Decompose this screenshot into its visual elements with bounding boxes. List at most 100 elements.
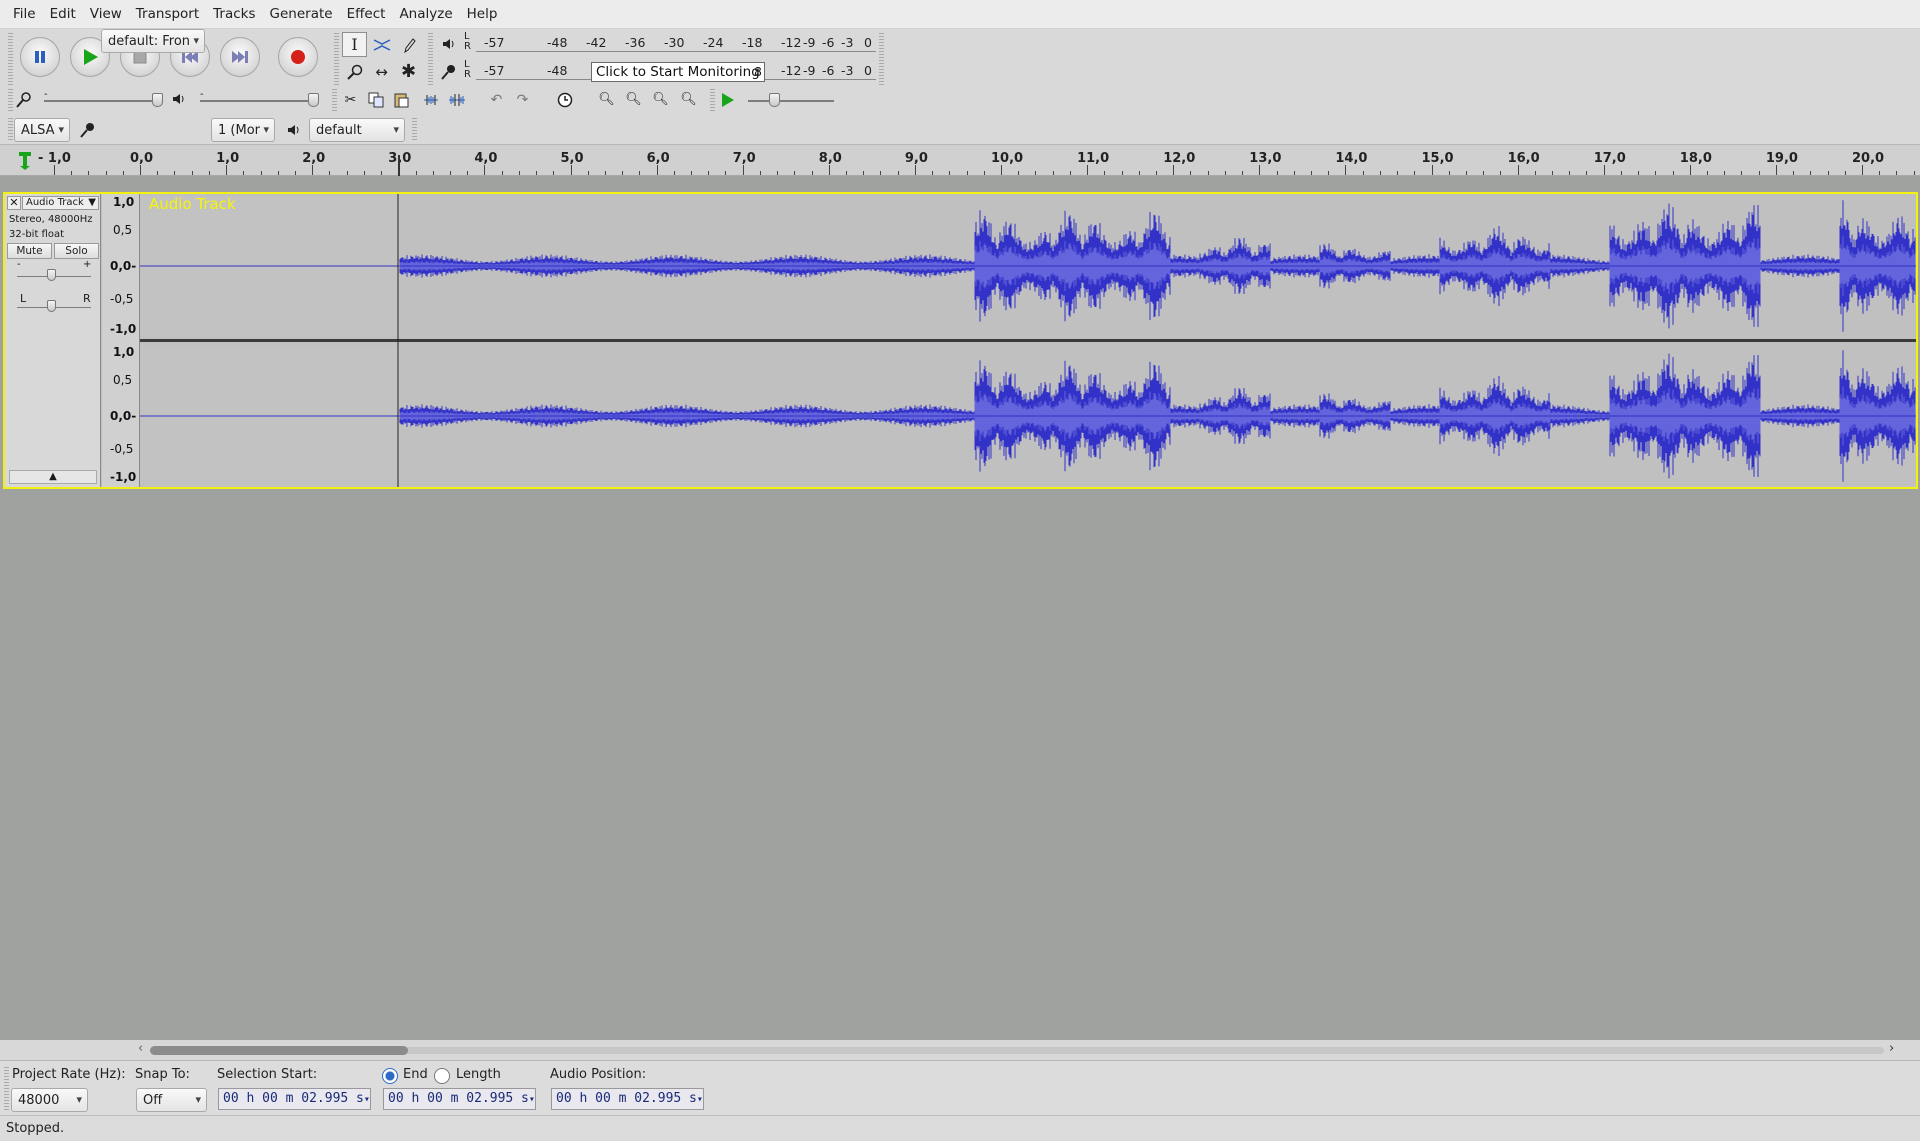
snap-to-select[interactable]: Off ▾ — [136, 1088, 207, 1112]
menu-tracks[interactable]: Tracks — [206, 0, 262, 29]
pan-left-label: L — [20, 292, 27, 305]
scroll-left-arrow-icon[interactable]: ‹ — [138, 1041, 143, 1056]
zoom-out-button[interactable]: 🔍︎ — [621, 87, 646, 112]
track-format-info: Stereo, 48000Hz — [9, 214, 93, 225]
track-panel[interactable]: ✕ Audio Track ▼ Stereo, 48000Hz 32-bit fl… — [0, 176, 1920, 1040]
pan-slider-thumb[interactable] — [47, 300, 56, 312]
fit-project-button[interactable]: 🔍︎ — [676, 87, 701, 112]
playback-speed-thumb[interactable] — [769, 93, 780, 107]
playback-device-select[interactable]: default ▾ — [309, 118, 405, 142]
record-meter-partial-tick: 8 — [754, 64, 762, 79]
play-at-speed-icon — [721, 92, 734, 107]
multi-tool[interactable]: ✱ — [396, 59, 421, 84]
horizontal-scrollbar[interactable]: ‹ › — [0, 1040, 1920, 1060]
record-volume-slider[interactable] — [44, 100, 162, 102]
ruler-tick — [1810, 171, 1812, 175]
ruler-tick — [725, 171, 727, 175]
recording-channels-select[interactable]: 1 (Mor ▾ — [211, 118, 275, 142]
ruler-tick — [639, 171, 641, 175]
ruler-tick — [1862, 165, 1863, 175]
ruler-tick — [622, 171, 624, 175]
scrollbar-track[interactable] — [150, 1047, 1884, 1054]
undo-button[interactable]: ↶ — [484, 87, 509, 112]
selection-toolbar-grip[interactable] — [4, 1067, 9, 1111]
meter-tick-label: -12 — [781, 35, 802, 50]
menu-transport[interactable]: Transport — [129, 0, 206, 29]
scrollbar-thumb[interactable] — [150, 1046, 408, 1055]
collapse-track-button[interactable]: ▲ — [9, 470, 97, 484]
pin-playhead-icon[interactable] — [16, 150, 34, 170]
project-rate-select[interactable]: 48000 ▾ — [11, 1088, 88, 1112]
envelope-tool[interactable] — [369, 32, 394, 57]
menu-analyze[interactable]: Analyze — [392, 0, 459, 29]
gain-slider-thumb[interactable] — [47, 269, 56, 281]
redo-button[interactable]: ↷ — [510, 87, 535, 112]
status-bar: Stopped. — [0, 1115, 1920, 1141]
playhead-marker[interactable] — [398, 155, 400, 176]
menu-edit[interactable]: Edit — [43, 0, 83, 29]
ruler-tick — [105, 171, 107, 175]
ruler-tick — [604, 171, 606, 175]
playback-meter[interactable]: -57 -48 -42 -36 -30 -24 -18 -12 -9 -6 -3 0 — [476, 33, 876, 55]
audio-track[interactable]: ✕ Audio Track ▼ Stereo, 48000Hz 32-bit fl… — [3, 192, 1918, 489]
draw-tool[interactable] — [396, 32, 421, 57]
menu-help[interactable]: Help — [460, 0, 505, 29]
edit-toolbar-grip[interactable] — [332, 89, 337, 113]
trim-audio-button[interactable] — [418, 87, 443, 112]
chevron-down-icon: ▼ — [88, 197, 96, 208]
end-radio-label: End — [403, 1067, 428, 1082]
axis-label-top-3: 0,0- — [110, 259, 137, 273]
zoom-tool[interactable] — [342, 59, 367, 84]
cut-button[interactable]: ✂ — [338, 87, 363, 112]
waveform-display[interactable] — [140, 194, 1916, 487]
meter-tick-label: 0 — [864, 35, 872, 50]
ruler-tick-label: 13,0 — [1249, 151, 1282, 166]
redo-icon: ↷ — [516, 91, 529, 108]
audio-host-select[interactable]: ALSA ▾ — [14, 118, 70, 142]
skip-to-end-button[interactable] — [220, 37, 260, 77]
tools-toolbar-grip[interactable] — [334, 33, 339, 85]
record-volume-thumb[interactable] — [152, 93, 163, 107]
paste-button[interactable] — [388, 87, 413, 112]
recording-device-select[interactable]: default: Fron ▾ — [101, 29, 205, 53]
ruler-tick — [1483, 171, 1485, 175]
menu-view[interactable]: View — [83, 0, 129, 29]
menu-file[interactable]: File — [6, 0, 43, 29]
mixer-toolbar-grip[interactable] — [8, 89, 13, 113]
meter-tick-label: -48 — [547, 35, 568, 50]
audio-position-time[interactable]: 00 h 00 m 02.995 s▾ — [551, 1088, 704, 1110]
pause-button[interactable] — [20, 37, 60, 77]
close-track-button[interactable]: ✕ — [7, 196, 21, 210]
length-radio[interactable] — [434, 1068, 450, 1084]
selection-tool[interactable]: I — [342, 32, 367, 57]
transport-toolbar-grip[interactable] — [8, 33, 13, 85]
silence-audio-button[interactable] — [444, 87, 469, 112]
play-at-speed-button[interactable] — [714, 87, 739, 112]
solo-button[interactable]: Solo — [54, 243, 99, 259]
selection-end-time[interactable]: 00 h 00 m 02.995 s▾ — [383, 1088, 536, 1110]
meter-toolbar-grip[interactable] — [428, 33, 433, 85]
selection-start-time[interactable]: 00 h 00 m 02.995 s▾ — [218, 1088, 371, 1110]
scissors-icon: ✂ — [344, 91, 357, 108]
device-toolbar-grip[interactable] — [8, 118, 13, 142]
menu-effect[interactable]: Effect — [340, 0, 393, 29]
mute-button[interactable]: Mute — [7, 243, 52, 259]
playback-speed-slider[interactable] — [748, 100, 834, 102]
end-radio[interactable] — [382, 1068, 398, 1084]
playback-volume-slider[interactable] — [200, 100, 318, 102]
ruler-tick — [277, 171, 279, 175]
ruler-tick — [1655, 171, 1657, 175]
ruler-tick — [863, 171, 865, 175]
timeline-ruler[interactable]: - 1,00,01,02,03,04,05,06,07,08,09,010,01… — [0, 145, 1920, 176]
playback-volume-thumb[interactable] — [308, 93, 319, 107]
record-button[interactable] — [278, 37, 318, 77]
fit-selection-button[interactable]: 🔍︎ — [648, 87, 673, 112]
menu-generate[interactable]: Generate — [263, 0, 340, 29]
zoom-in-button[interactable]: 🔍︎ — [594, 87, 619, 112]
ruler-tick — [449, 171, 451, 175]
scroll-right-arrow-icon[interactable]: › — [1889, 1041, 1894, 1056]
sync-lock-button[interactable] — [552, 87, 577, 112]
copy-button[interactable] — [363, 87, 388, 112]
track-menu-button[interactable]: Audio Track ▼ — [22, 196, 99, 210]
time-shift-tool[interactable]: ↔ — [369, 59, 394, 84]
